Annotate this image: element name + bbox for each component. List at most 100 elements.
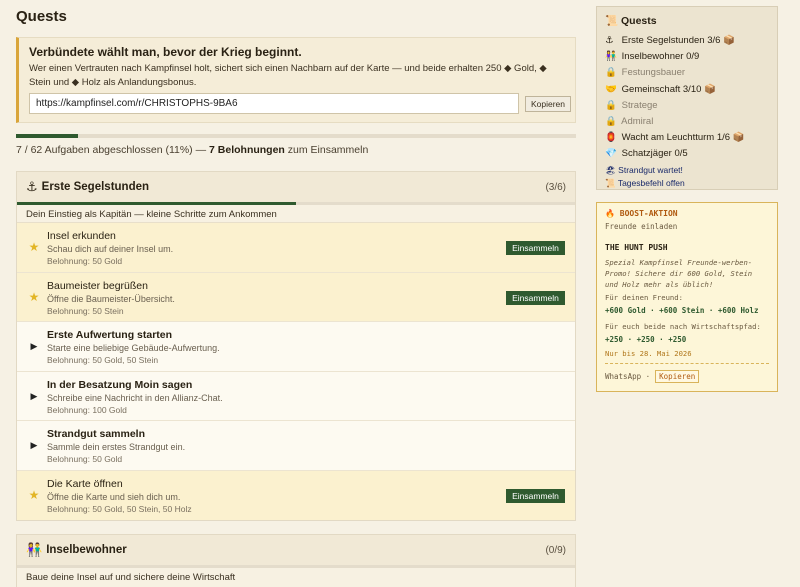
boost-heading-text: BOOST-AKTION bbox=[619, 209, 678, 218]
play-icon: ▶ bbox=[30, 390, 38, 401]
note-label: Tagesbefehl offen bbox=[617, 177, 685, 188]
progress-summary-post: zum Einsammeln bbox=[284, 144, 369, 156]
overall-progress-fill bbox=[16, 134, 78, 138]
quest-description: Öffne die Baumeister-Übersicht. bbox=[47, 293, 175, 304]
beach-icon: 🏖 bbox=[605, 164, 616, 175]
lock-icon: 🔒 bbox=[605, 67, 617, 79]
collect-button[interactable]: Einsammeln bbox=[506, 488, 565, 503]
anchor-icon: ⚓ bbox=[605, 35, 614, 46]
quest-reward: Belohnung: 50 Gold, 50 Stein bbox=[47, 355, 159, 365]
people-icon: 👫 bbox=[605, 51, 617, 63]
quest-reward: Belohnung: 50 Gold, 50 Stein, 50 Holz bbox=[47, 503, 192, 514]
sidebar-note-strandgut[interactable]: 🏖 Strandgut wartet! bbox=[605, 165, 769, 176]
boost-friend-label: Für deinen Freund: bbox=[605, 293, 683, 302]
people-icon: 👫 bbox=[26, 542, 43, 557]
progress-rewards: 7 Belohnungen bbox=[209, 144, 285, 156]
anchor-icon: ⚓ bbox=[26, 179, 38, 194]
boost-description: Spezial Kampfinsel Freunde-werben-Promo!… bbox=[605, 258, 753, 289]
boost-date: Nur bis 28. Mai 2026 bbox=[605, 349, 692, 358]
section-title: Erste Segelstunden bbox=[41, 181, 150, 193]
collect-button[interactable]: Einsammeln bbox=[506, 241, 565, 255]
sidebar-item-festungsbauer: 🔒 Festungsbauer bbox=[605, 65, 769, 81]
quest-title: Die Karte öffnen bbox=[47, 477, 123, 490]
scroll-icon: 📜 bbox=[605, 15, 619, 27]
sidebar-item-label: Schatzjäger 0/5 bbox=[621, 148, 688, 160]
sidebar-item-gemeinschaft[interactable]: 🤝 Gemeinschaft 3/10 📦 bbox=[605, 82, 769, 98]
copy-link-button[interactable]: Kopieren bbox=[525, 96, 571, 112]
scroll-icon: 📜 bbox=[605, 177, 616, 188]
collect-button[interactable]: Einsammeln bbox=[506, 290, 565, 305]
sidebar-item-inselbewohner[interactable]: 👫 Inselbewohner 0/9 bbox=[605, 49, 769, 65]
quest-reward: Belohnung: 50 Gold bbox=[47, 454, 123, 464]
quest-description: Starte eine beliebige Gebäude-Aufwertung… bbox=[47, 343, 220, 353]
reward-box-icon: 📦 bbox=[732, 132, 745, 144]
quest-description: Schau dich auf deiner Insel um. bbox=[47, 244, 174, 254]
boost-both-values: +250 · +250 · +250 bbox=[605, 335, 687, 344]
progress-summary-pre: 7 / 62 Aufgaben abgeschlossen (11%) — bbox=[16, 144, 210, 156]
boost-promo-box: 🔥 BOOST-AKTION Freunde einladen THE HUNT… bbox=[596, 202, 778, 392]
quest-description: Öffne die Karte und sieh dich um. bbox=[47, 491, 181, 502]
section-count: (0/9) bbox=[545, 544, 566, 556]
lock-icon: 🔒 bbox=[605, 99, 617, 111]
boost-heading: 🔥 BOOST-AKTION bbox=[605, 209, 769, 218]
sidebar-item-label: Admiral bbox=[621, 116, 654, 128]
boost-footer: WhatsApp · Kopieren bbox=[605, 370, 769, 383]
section-subtitle: Dein Einstieg als Kapitän — kleine Schri… bbox=[17, 205, 575, 223]
section-header[interactable]: 👫 Inselbewohner (0/9) bbox=[17, 535, 575, 565]
section-header[interactable]: ⚓ Erste Segelstunden (3/6) bbox=[17, 172, 575, 202]
whatsapp-share-link[interactable]: WhatsApp · bbox=[605, 372, 650, 381]
quest-row[interactable]: ▶ Strandgut sammeln Sammle dein erstes S… bbox=[17, 421, 575, 471]
quest-title: Insel erkunden bbox=[47, 230, 116, 242]
invite-heading: Verbündete wählt man, bevor der Krieg be… bbox=[29, 45, 302, 59]
reward-box-icon: 📦 bbox=[704, 83, 716, 95]
play-icon: ▶ bbox=[30, 440, 38, 450]
quest-description: Sammle dein erstes Strandgut ein. bbox=[47, 442, 186, 452]
star-icon: ★ bbox=[28, 487, 40, 502]
quest-title: Erste Aufwertung starten bbox=[47, 329, 173, 341]
invite-box: Verbündete wählt man, bevor der Krieg be… bbox=[16, 37, 576, 123]
sidebar-item-admiral: 🔒 Admiral bbox=[605, 114, 769, 130]
quest-title: In der Besatzung Moin sagen bbox=[47, 378, 193, 391]
handshake-icon: 🤝 bbox=[605, 83, 617, 95]
sidebar-item-schatzjaeger[interactable]: 💎 Schatzjäger 0/5 bbox=[605, 146, 769, 162]
quest-row[interactable]: ▶ Erste Aufwertung starten Starte eine b… bbox=[17, 322, 575, 372]
star-icon: ★ bbox=[28, 240, 40, 254]
invite-text: Wer einen Vertrauten nach Kampfinsel hol… bbox=[29, 63, 547, 88]
sidebar-item-stratege: 🔒 Stratege bbox=[605, 98, 769, 114]
page-title: Quests bbox=[16, 8, 67, 25]
lock-icon: 🔒 bbox=[605, 116, 617, 128]
boost-copy-button[interactable]: Kopieren bbox=[655, 370, 700, 383]
sidebar-item-wacht-am-leuchtturm[interactable]: 🏮 Wacht am Leuchtturm 1/6 📦 bbox=[605, 130, 769, 146]
reward-box-icon: 📦 bbox=[723, 35, 735, 46]
invite-link-row: https://kampfinsel.com/r/CHRISTOPHS-9BA6… bbox=[29, 93, 571, 114]
quest-row: ★ Die Karte öffnen Öffne die Karte und s… bbox=[17, 470, 575, 520]
lantern-icon: 🏮 bbox=[605, 132, 617, 144]
star-icon: ★ bbox=[28, 289, 40, 304]
quest-reward: Belohnung: 50 Stein bbox=[47, 305, 124, 316]
sidebar-item-label: Festungsbauer bbox=[621, 67, 686, 79]
sidebar-note-tagesbefehl[interactable]: 📜 Tagesbefehl offen bbox=[605, 178, 769, 189]
quest-reward: Belohnung: 100 Gold bbox=[47, 404, 127, 415]
progress-summary: 7 / 62 Aufgaben abgeschlossen (11%) — 7 … bbox=[16, 144, 368, 156]
gem-icon: 💎 bbox=[605, 148, 617, 160]
quest-row[interactable]: ▶ In der Besatzung Moin sagen Schreibe e… bbox=[17, 371, 575, 421]
sidebar-item-label: Gemeinschaft 3/10 bbox=[621, 83, 702, 95]
quest-description: Schreibe eine Nachricht in den Allianz-C… bbox=[47, 392, 223, 403]
sidebar-title-text: Quests bbox=[621, 15, 657, 27]
invite-link-input[interactable]: https://kampfinsel.com/r/CHRISTOPHS-9BA6 bbox=[29, 93, 519, 114]
quest-reward: Belohnung: 50 Gold bbox=[47, 256, 123, 266]
boost-title: THE HUNT PUSH bbox=[605, 243, 668, 252]
boost-divider bbox=[605, 363, 769, 364]
section-count: (3/6) bbox=[545, 181, 566, 193]
quest-row: ★ Insel erkunden Schau dich auf deiner I… bbox=[17, 223, 575, 273]
quest-section-erste-segelstunden: ⚓ Erste Segelstunden (3/6) Dein Einstieg… bbox=[16, 171, 576, 521]
sidebar-item-label: Stratege bbox=[621, 99, 658, 111]
overall-progress-bar bbox=[16, 134, 576, 138]
quest-row: ★ Baumeister begrüßen Öffne die Baumeist… bbox=[17, 272, 575, 322]
sidebar-item-label: Inselbewohner 0/9 bbox=[621, 51, 700, 63]
fire-icon: 🔥 bbox=[605, 209, 615, 218]
quest-title: Strandgut sammeln bbox=[47, 428, 146, 440]
note-label: Strandgut wartet! bbox=[618, 164, 683, 175]
sidebar-item-label: Wacht am Leuchtturm 1/6 bbox=[621, 132, 731, 144]
sidebar-item-erste-segelstunden[interactable]: ⚓ Erste Segelstunden 3/6 📦 bbox=[605, 33, 769, 49]
